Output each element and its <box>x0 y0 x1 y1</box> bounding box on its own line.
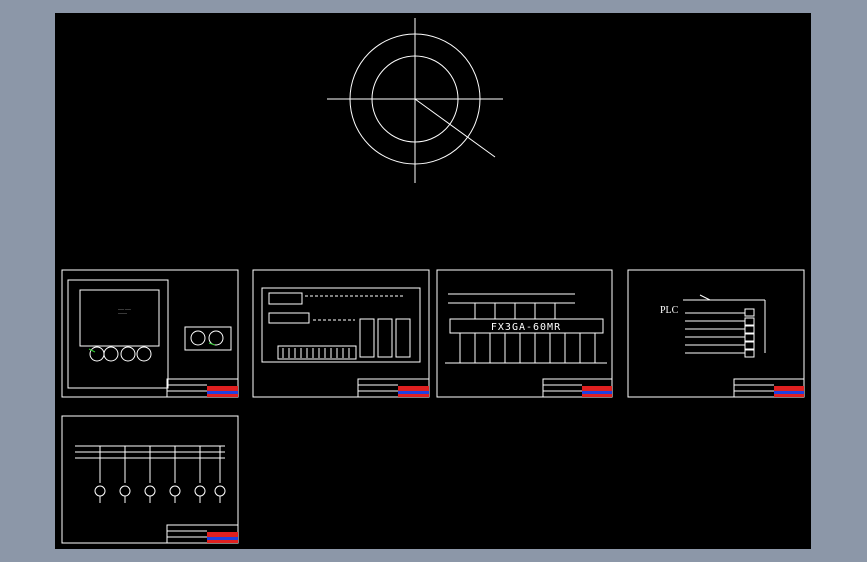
svg-text:———: ——— <box>118 311 127 315</box>
sheet-plc-io[interactable] <box>627 269 805 398</box>
sheet-main-circuit[interactable] <box>61 415 239 544</box>
sheet-cabinet-layout[interactable] <box>252 269 430 398</box>
cad-drawing: —— —— ——— FX3GA-60MR PLC <box>61 18 805 544</box>
circle-symbol <box>327 18 503 183</box>
sheet-plc-wiring[interactable] <box>436 269 613 398</box>
drawing-canvas[interactable]: —— —— ——— FX3GA-60MR PLC <box>55 13 811 549</box>
plc-model-label: FX3GA-60MR <box>491 322 561 333</box>
plc-label: PLC <box>660 305 679 316</box>
sheet-panel-front[interactable]: —— —— ——— <box>61 269 239 398</box>
